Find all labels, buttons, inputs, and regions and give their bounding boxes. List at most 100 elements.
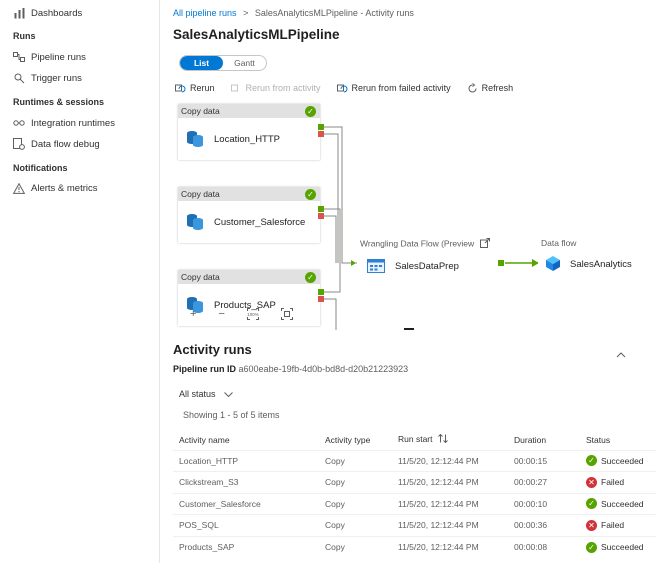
activity-node-name: SalesAnalytics <box>570 258 632 270</box>
failed-x-icon: ✕ <box>586 519 597 531</box>
sidebar-item-dashboards[interactable]: Dashboards <box>13 5 82 21</box>
cell-run-start: 11/5/20, 12:12:44 PM <box>398 477 479 488</box>
activity-runs-title: Activity runs <box>173 342 252 357</box>
activity-node-sales-analytics[interactable]: Data flow SalesAnalytics <box>538 238 648 286</box>
view-toggle: List Gantt <box>179 55 267 71</box>
breadcrumb-separator: > <box>243 8 249 18</box>
cell-activity-type: Copy <box>325 498 345 509</box>
table-row[interactable]: Customer_Salesforce Copy 11/5/20, 12:12:… <box>173 493 656 515</box>
pipeline-run-id: Pipeline run ID a600eabe-19fb-4d0b-bd8d-… <box>173 364 408 374</box>
activity-node-location-http[interactable]: Copy data ✓ Location_HTTP <box>178 104 320 160</box>
table-row[interactable]: POS_SQL Copy 11/5/20, 12:12:44 PM 00:00:… <box>173 514 656 537</box>
activity-node-type: Copy data <box>178 104 320 118</box>
cell-duration: 00:00:15 <box>514 455 548 466</box>
chart-icon <box>13 7 25 19</box>
tab-gantt[interactable]: Gantt <box>223 56 266 70</box>
main-panel: All pipeline runs > SalesAnalyticsMLPipe… <box>160 0 656 563</box>
sidebar: Dashboards Runs Pipeline runs Trigger ru… <box>0 0 160 563</box>
rerun-from-activity-button[interactable]: Rerun from activity <box>230 83 321 94</box>
refresh-label: Refresh <box>481 83 514 93</box>
column-header-status[interactable]: Status <box>580 430 656 450</box>
failure-port <box>318 131 324 137</box>
rerun-icon <box>175 83 186 94</box>
success-check-icon: ✓ <box>586 498 597 510</box>
cell-status: ✕ Failed <box>580 472 656 494</box>
pipeline-canvas[interactable]: Copy data ✓ Location_HTTP Copy data ✓ Cu… <box>160 100 656 330</box>
activity-node-customer-salesforce[interactable]: Copy data ✓ Customer_Salesforce <box>178 187 320 243</box>
success-check-icon: ✓ <box>305 189 316 200</box>
chevron-up-icon[interactable] <box>616 350 626 360</box>
sidebar-item-label: Trigger runs <box>31 72 82 84</box>
cell-duration: 00:00:10 <box>514 498 548 509</box>
column-header-activity-type[interactable]: Activity type <box>319 430 392 450</box>
column-header-run-start[interactable]: Run start <box>392 430 508 450</box>
data-flow-debug-icon <box>13 138 25 150</box>
sidebar-item-pipeline-runs[interactable]: Pipeline runs <box>13 49 86 65</box>
zoom-100-icon[interactable]: 100% <box>246 308 259 320</box>
fit-to-screen-icon[interactable] <box>280 308 293 320</box>
cell-status: ✓ Succeeded <box>580 450 656 472</box>
results-count: Showing 1 - 5 of 5 items <box>183 410 280 420</box>
cell-activity-type: Copy <box>325 455 345 466</box>
sidebar-item-label: Alerts & metrics <box>31 182 98 194</box>
failure-port <box>318 213 324 219</box>
data-flow-icon <box>544 254 562 275</box>
cell-run-start: 11/5/20, 12:12:44 PM <box>398 542 479 552</box>
breadcrumb: All pipeline runs > SalesAnalyticsMLPipe… <box>173 8 414 18</box>
breadcrumb-link-all-runs[interactable]: All pipeline runs <box>173 8 237 18</box>
sidebar-item-label: Dashboards <box>31 7 83 19</box>
rerun-from-activity-label: Rerun from activity <box>245 83 321 93</box>
cell-activity-name: Customer_Salesforce <box>179 498 261 509</box>
status-filter[interactable]: All status <box>179 389 233 399</box>
rerun-failed-icon <box>336 83 348 94</box>
sidebar-item-alerts-metrics[interactable]: Alerts & metrics <box>13 180 98 196</box>
pane-splitter[interactable] <box>404 328 414 330</box>
cell-activity-name: POS_SQL <box>179 520 219 531</box>
sidebar-item-data-flow-debug[interactable]: Data flow debug <box>13 136 100 152</box>
runs-heading: Runs <box>13 31 36 41</box>
zoom-in-icon[interactable]: + <box>190 308 196 320</box>
runtime-icon <box>13 117 25 129</box>
sidebar-item-label: Data flow debug <box>31 138 100 150</box>
cell-duration: 00:00:27 <box>514 477 548 488</box>
zoom-out-icon[interactable]: − <box>218 308 224 320</box>
table-row[interactable]: Clickstream_S3 Copy 11/5/20, 12:12:44 PM… <box>173 471 656 494</box>
cell-activity-type: Copy <box>325 477 345 488</box>
column-header-activity-name[interactable]: Activity name <box>173 430 319 450</box>
cell-status: ✕ Failed <box>580 515 656 537</box>
success-port <box>318 124 324 130</box>
sort-icon[interactable] <box>438 434 448 445</box>
success-check-icon: ✓ <box>305 272 316 283</box>
failed-x-icon: ✕ <box>586 476 597 488</box>
rerun-button[interactable]: Rerun <box>175 83 215 94</box>
copy-data-icon <box>186 212 204 233</box>
activity-node-name: Location_HTTP <box>214 133 281 145</box>
refresh-button[interactable]: Refresh <box>467 82 514 94</box>
cell-status: ✓ Succeeded <box>580 536 656 558</box>
cell-activity-name: Location_HTTP <box>179 455 239 466</box>
success-port <box>498 260 504 266</box>
status-filter-label: All status <box>179 389 216 399</box>
copy-data-icon <box>186 129 204 150</box>
sidebar-item-integration-runtimes[interactable]: Integration runtimes <box>13 115 115 131</box>
cell-activity-name: Products_SAP <box>179 542 235 552</box>
activity-node-type: Copy data <box>178 270 320 284</box>
open-external-icon[interactable] <box>479 238 490 250</box>
tab-list[interactable]: List <box>180 56 223 70</box>
rerun-from-failed-button[interactable]: Rerun from failed activity <box>336 83 451 94</box>
activity-node-sales-data-prep[interactable]: Wrangling Data Flow (Preview SalesDataPr… <box>357 238 497 286</box>
page-title: SalesAnalyticsMLPipeline <box>173 27 340 42</box>
canvas-zoom-toolbar: + − 100% <box>190 308 293 320</box>
column-header-duration[interactable]: Duration <box>508 430 580 450</box>
table-row[interactable]: Products_SAP Copy 11/5/20, 12:12:44 PM 0… <box>173 536 656 558</box>
pipeline-icon <box>13 51 25 63</box>
chevron-down-icon <box>223 391 233 397</box>
cell-activity-type: Copy <box>325 542 345 552</box>
cell-duration: 00:00:08 <box>514 542 548 552</box>
activity-node-type: Wrangling Data Flow (Preview <box>357 238 497 250</box>
success-port <box>318 206 324 212</box>
cell-activity-type: Copy <box>325 520 345 531</box>
activity-node-name: Customer_Salesforce <box>214 216 306 228</box>
table-row[interactable]: Location_HTTP Copy 11/5/20, 12:12:44 PM … <box>173 450 656 472</box>
sidebar-item-trigger-runs[interactable]: Trigger runs <box>13 70 82 86</box>
